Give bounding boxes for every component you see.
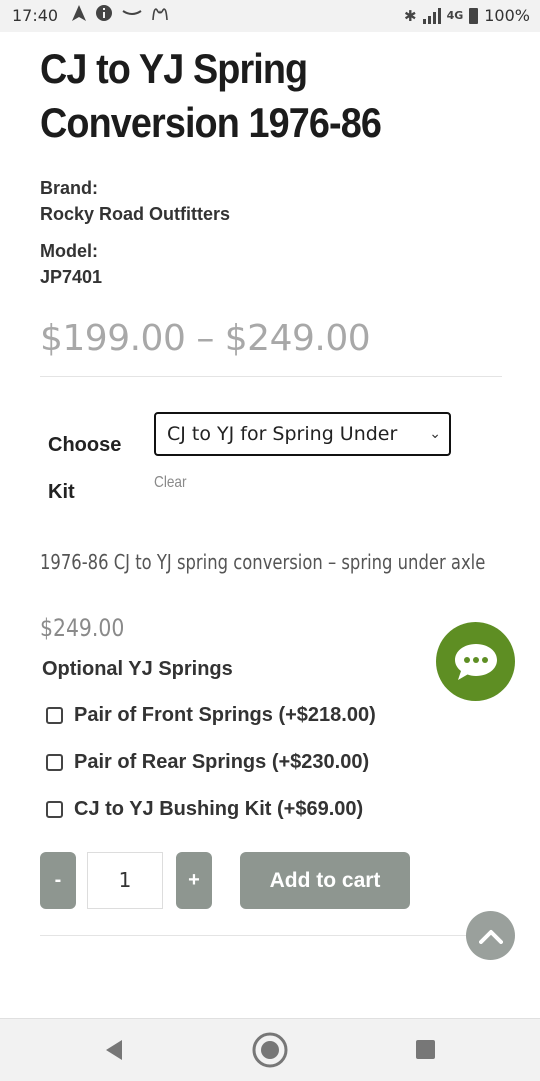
notification-icons <box>72 5 168 21</box>
quantity-input[interactable]: 1 <box>87 852 163 909</box>
kit-select-value: CJ to YJ for Spring Under <box>167 423 398 445</box>
clear-link[interactable]: Clear <box>154 474 186 492</box>
kit-select[interactable]: CJ to YJ for Spring Under ⌄ <box>154 412 451 456</box>
quantity-decrease-button[interactable]: - <box>40 852 76 909</box>
recent-apps-icon[interactable] <box>416 1040 435 1059</box>
bluetooth-icon: ✱ <box>403 6 417 25</box>
navigation-bar <box>0 1018 540 1081</box>
checkbox[interactable] <box>46 754 63 771</box>
network-4g-icon: 4G <box>446 9 464 22</box>
back-icon[interactable] <box>104 1039 124 1061</box>
options-heading: Optional YJ Springs <box>42 658 233 680</box>
option-label: Pair of Front Springs (+$218.00) <box>74 704 376 726</box>
home-icon[interactable] <box>251 1031 289 1069</box>
info-icon <box>96 5 112 21</box>
option-bushing-kit[interactable]: CJ to YJ Bushing Kit (+$69.00) <box>46 798 363 821</box>
brand-label: Brand: <box>40 178 98 198</box>
choose-kit-label: Choose Kit <box>48 434 122 503</box>
status-time: 17:40 <box>12 6 59 25</box>
price-range: $199.00 – $249.00 <box>40 318 371 359</box>
quantity-increase-button[interactable]: + <box>176 852 212 909</box>
model-value: JP7401 <box>40 267 103 287</box>
checkbox[interactable] <box>46 707 63 724</box>
option-label: Pair of Rear Springs (+$230.00) <box>74 751 370 773</box>
chevron-up-icon <box>478 929 503 944</box>
brand-value[interactable]: Rocky Road Outfitters <box>40 204 230 225</box>
signal-icon <box>422 7 441 24</box>
status-bar: 17:40 ✱ 4G 100% <box>0 0 540 32</box>
option-label: CJ to YJ Bushing Kit (+$69.00) <box>74 798 364 820</box>
system-icons: ✱ 4G 100% <box>404 6 530 25</box>
divider <box>40 376 502 377</box>
model-label: Model: <box>40 241 98 261</box>
checkbox[interactable] <box>46 801 63 818</box>
battery-icon <box>469 7 479 24</box>
add-to-cart-button[interactable]: Add to cart <box>240 852 410 909</box>
chat-button[interactable] <box>436 622 515 701</box>
mcdonalds-icon <box>152 8 168 20</box>
chat-bubble-icon <box>454 643 497 680</box>
chevron-down-icon: ⌄ <box>429 426 441 442</box>
option-rear-springs[interactable]: Pair of Rear Springs (+$230.00) <box>46 751 369 774</box>
option-front-springs[interactable]: Pair of Front Springs (+$218.00) <box>46 704 376 727</box>
product-title: CJ to YJ Spring Conversion 1976-86 <box>40 45 382 146</box>
divider <box>40 935 502 936</box>
battery-percent: 100% <box>484 6 530 25</box>
navigation-icon <box>72 5 86 21</box>
amazon-icon <box>122 10 142 15</box>
variation-description: 1976-86 CJ to YJ spring conversion – spr… <box>40 550 486 574</box>
scroll-to-top-button[interactable] <box>466 911 515 960</box>
variation-price: $249.00 <box>40 614 125 642</box>
